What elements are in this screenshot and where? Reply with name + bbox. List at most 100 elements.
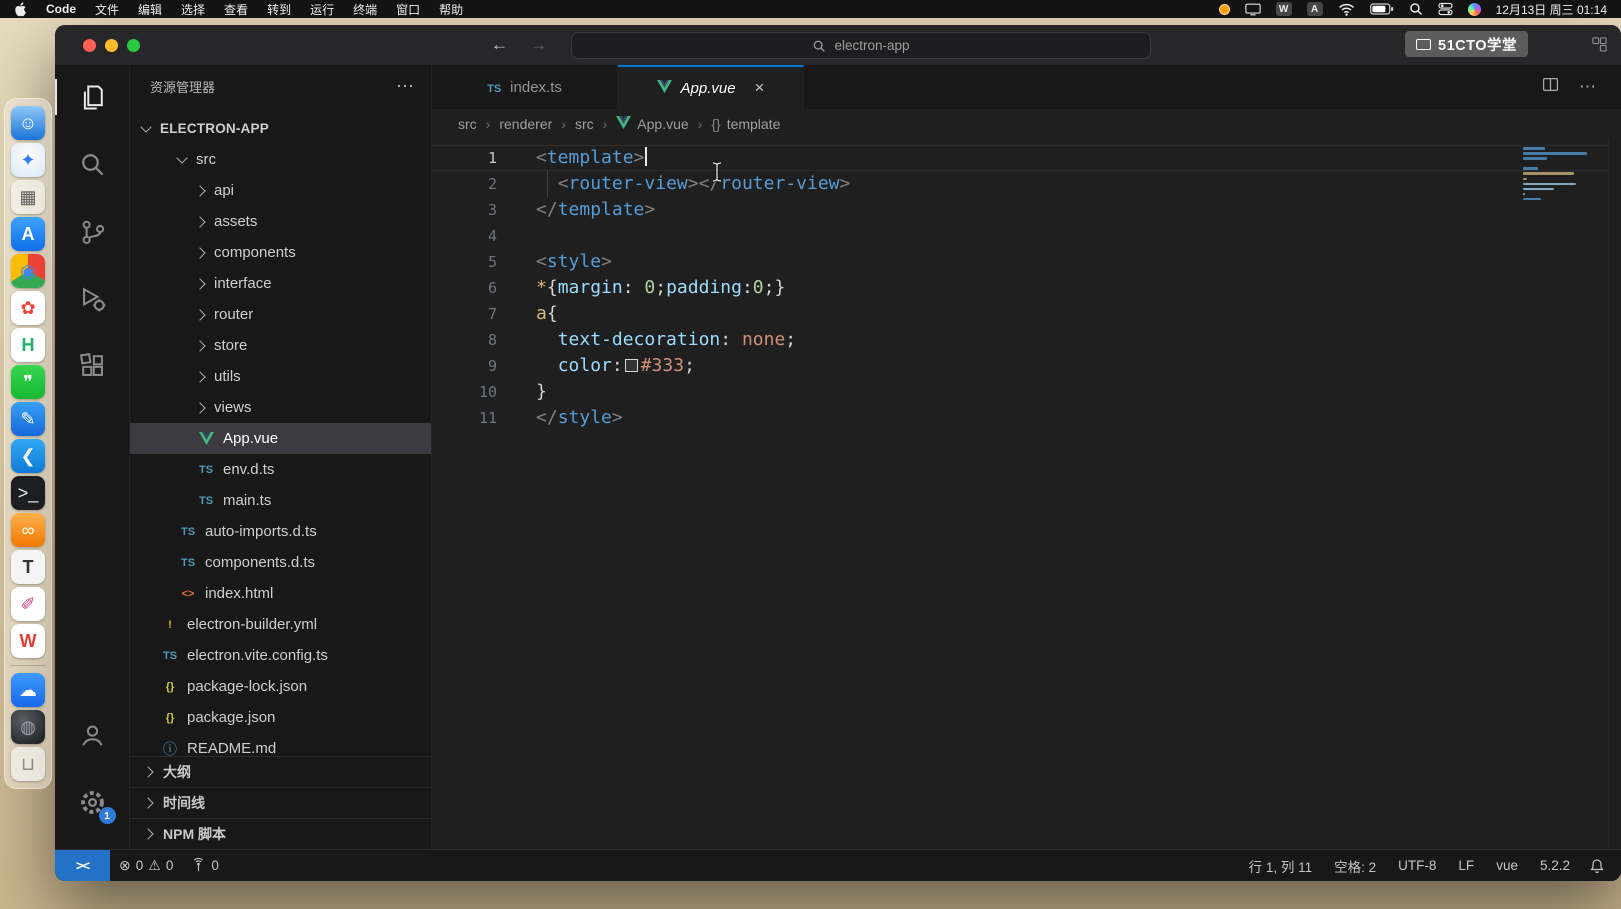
tree-item-app-vue[interactable]: App.vue	[130, 423, 431, 454]
dock-finder-icon[interactable]: ☺	[11, 106, 45, 140]
tree-item-views[interactable]: views	[130, 392, 431, 423]
menu-item-[interactable]: 终端	[353, 1, 377, 18]
tree-item-store[interactable]: store	[130, 330, 431, 361]
sidebar-section-[interactable]: 大纲	[130, 756, 431, 787]
breadcrumb-item-app-vue[interactable]: App.vue	[616, 116, 688, 132]
tree-item-assets[interactable]: assets	[130, 206, 431, 237]
wps-office-menu-icon[interactable]: W	[1276, 2, 1292, 16]
account-icon[interactable]	[55, 707, 130, 763]
minimize-window-button[interactable]	[105, 39, 118, 52]
menu-item-[interactable]: 窗口	[396, 1, 420, 18]
dock-art-palette-icon[interactable]: ✐	[11, 587, 45, 621]
menu-item-[interactable]: 帮助	[439, 1, 463, 18]
remote-indicator[interactable]: ><	[55, 850, 110, 881]
sidebar-section-[interactable]: 时间线	[130, 787, 431, 818]
settings-gear-icon[interactable]: 1	[55, 774, 130, 830]
status-extension-version[interactable]: 5.2.2	[1529, 850, 1581, 881]
menu-item-[interactable]: 转到	[267, 1, 291, 18]
breadcrumb-item-renderer[interactable]: renderer	[499, 116, 552, 132]
code-line[interactable]: 8 text-decoration: none;	[432, 327, 1621, 353]
code-line[interactable]: 5<style>	[432, 249, 1621, 275]
editor-more-actions-icon[interactable]: ⋯	[1579, 77, 1597, 97]
tree-item-env-d-ts[interactable]: TSenv.d.ts	[130, 454, 431, 485]
extensions-icon[interactable]	[55, 337, 130, 393]
source-control-icon[interactable]	[55, 203, 130, 259]
tab-app-vue[interactable]: App.vue×	[618, 65, 804, 109]
code-line[interactable]: 2 <router-view></router-view>	[432, 171, 1621, 197]
menu-datetime[interactable]: 12月13日 周三 01:14	[1496, 1, 1607, 18]
dock-globe-app-icon[interactable]: ◍	[11, 710, 45, 744]
tree-item-auto-imports-d-ts[interactable]: TSauto-imports.d.ts	[130, 516, 431, 547]
code-line[interactable]: 7a{	[432, 301, 1621, 327]
code-line[interactable]: 9 color:#333;	[432, 353, 1621, 379]
display-mirroring-icon[interactable]	[1245, 2, 1261, 17]
menu-item-[interactable]: 选择	[181, 1, 205, 18]
notifications-bell-icon[interactable]	[1581, 850, 1621, 881]
battery-icon[interactable]	[1370, 2, 1394, 17]
dock-hbuilderx-icon[interactable]: H	[11, 328, 45, 362]
tree-item-electron-vite-config-ts[interactable]: TSelectron.vite.config.ts	[130, 640, 431, 671]
dock-terminal-icon[interactable]: >_	[11, 476, 45, 510]
dock-design-tool-icon[interactable]: ✎	[11, 402, 45, 436]
tree-item-components-d-ts[interactable]: TScomponents.d.ts	[130, 547, 431, 578]
tree-item-components[interactable]: components	[130, 237, 431, 268]
menu-app-name[interactable]: Code	[46, 2, 76, 16]
code-editor[interactable]: 1<template>2 <router-view></router-view>…	[432, 139, 1621, 849]
tree-item-interface[interactable]: interface	[130, 268, 431, 299]
tab-index-ts[interactable]: TSindex.ts	[432, 65, 618, 109]
dock-photos-icon[interactable]: ✿	[11, 291, 45, 325]
spotlight-icon[interactable]	[1409, 2, 1423, 17]
close-window-button[interactable]	[83, 39, 96, 52]
dock-trash-icon[interactable]: ⊔	[11, 747, 45, 781]
code-line[interactable]: 11</style>	[432, 405, 1621, 431]
minimap[interactable]	[1523, 147, 1603, 203]
ports-indicator[interactable]: 0	[182, 850, 228, 881]
run-debug-icon[interactable]	[55, 270, 130, 326]
explorer-icon[interactable]	[55, 69, 130, 125]
navigate-forward-icon[interactable]: →	[530, 35, 547, 55]
command-center-search[interactable]: electron-app	[571, 32, 1151, 59]
dock-chrome-icon[interactable]: ◉	[11, 254, 45, 288]
dock-baidu-netdisk-icon[interactable]: ☁	[11, 673, 45, 707]
status-eol[interactable]: LF	[1447, 850, 1485, 881]
code-line[interactable]: 1<template>	[432, 145, 1621, 171]
status-cursor-position[interactable]: 行 1, 列 11	[1238, 850, 1324, 881]
screen-recording-indicator-icon[interactable]	[1219, 2, 1230, 17]
code-line[interactable]: 6*{margin: 0;padding:0;}	[432, 275, 1621, 301]
status-language-mode[interactable]: vue	[1485, 850, 1529, 881]
code-line[interactable]: 10}	[432, 379, 1621, 405]
dock-vscode-icon[interactable]: ❮	[11, 439, 45, 473]
sidebar-more-actions-icon[interactable]: ⋯	[396, 76, 415, 97]
assistant-icon[interactable]	[1468, 2, 1481, 17]
menu-item-[interactable]: 运行	[310, 1, 334, 18]
status-encoding[interactable]: UTF-8	[1387, 850, 1447, 881]
editor-scrollbar[interactable]	[1608, 139, 1621, 849]
input-source-icon[interactable]: A	[1307, 2, 1323, 16]
close-tab-icon[interactable]: ×	[755, 78, 765, 98]
dock-wechat-icon[interactable]: ❞	[11, 365, 45, 399]
sidebar-section-npm[interactable]: NPM 脚本	[130, 818, 431, 849]
code-line[interactable]: 4	[432, 223, 1621, 249]
tree-item-src[interactable]: src	[130, 144, 431, 175]
dock-typora-icon[interactable]: T	[11, 550, 45, 584]
tree-item-package-json[interactable]: {}package.json	[130, 702, 431, 733]
dock-safari-icon[interactable]: ✦	[11, 143, 45, 177]
menu-item-[interactable]: 查看	[224, 1, 248, 18]
control-center-icon[interactable]	[1438, 2, 1453, 17]
dock-app-store-icon[interactable]: A	[11, 217, 45, 251]
maximize-window-button[interactable]	[127, 39, 140, 52]
problems-indicator[interactable]: ⊗ 0 ⚠ 0	[110, 850, 182, 881]
dock-sublime-text-icon[interactable]: ∞	[11, 513, 45, 547]
dock-wps-office-icon[interactable]: W	[11, 624, 45, 658]
search-sidebar-icon[interactable]	[55, 136, 130, 192]
tree-item-electron-app[interactable]: ELECTRON-APP	[130, 113, 431, 144]
tree-item-index-html[interactable]: <>index.html	[130, 578, 431, 609]
breadcrumb-item-src[interactable]: src	[575, 116, 594, 132]
tree-item-utils[interactable]: utils	[130, 361, 431, 392]
status-indentation[interactable]: 空格: 2	[1323, 850, 1387, 881]
menu-item-[interactable]: 文件	[95, 1, 119, 18]
wifi-icon[interactable]	[1338, 2, 1355, 17]
apple-logo-icon[interactable]	[14, 2, 27, 17]
tree-item-api[interactable]: api	[130, 175, 431, 206]
tree-item-package-lock-json[interactable]: {}package-lock.json	[130, 671, 431, 702]
